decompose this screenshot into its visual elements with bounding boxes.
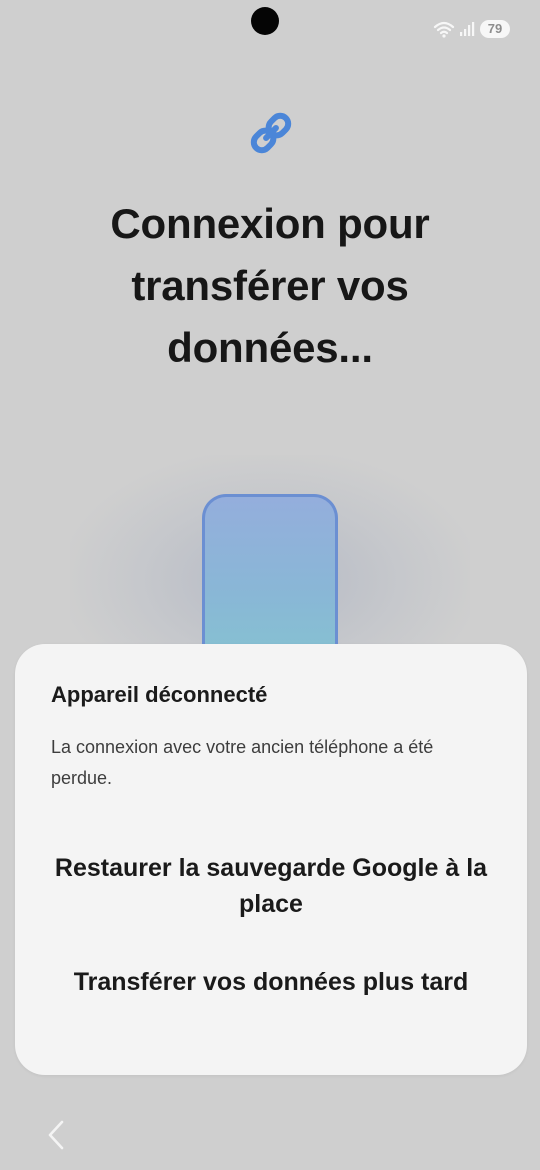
battery-icon: 79	[480, 20, 510, 38]
wifi-icon	[433, 21, 455, 38]
link-icon	[250, 112, 292, 154]
disconnected-dialog: Appareil déconnecté La connexion avec vo…	[15, 644, 527, 1075]
connection-screen: 79 Connexion pour transférer vos données…	[0, 0, 540, 1170]
page-title: Connexion pour transférer vos données...	[110, 200, 430, 371]
chevron-left-icon	[48, 1120, 64, 1150]
restore-google-backup-button[interactable]: Restaurer la sauvegarde Google à la plac…	[35, 850, 507, 922]
status-bar: 79	[433, 18, 510, 40]
transfer-later-button[interactable]: Transférer vos données plus tard	[35, 964, 507, 1000]
dialog-message: La connexion avec votre ancien téléphone…	[51, 737, 434, 788]
dialog-title: Appareil déconnecté	[51, 682, 268, 707]
signal-icon	[460, 22, 475, 36]
front-camera	[251, 7, 279, 35]
back-button[interactable]	[40, 1118, 70, 1152]
